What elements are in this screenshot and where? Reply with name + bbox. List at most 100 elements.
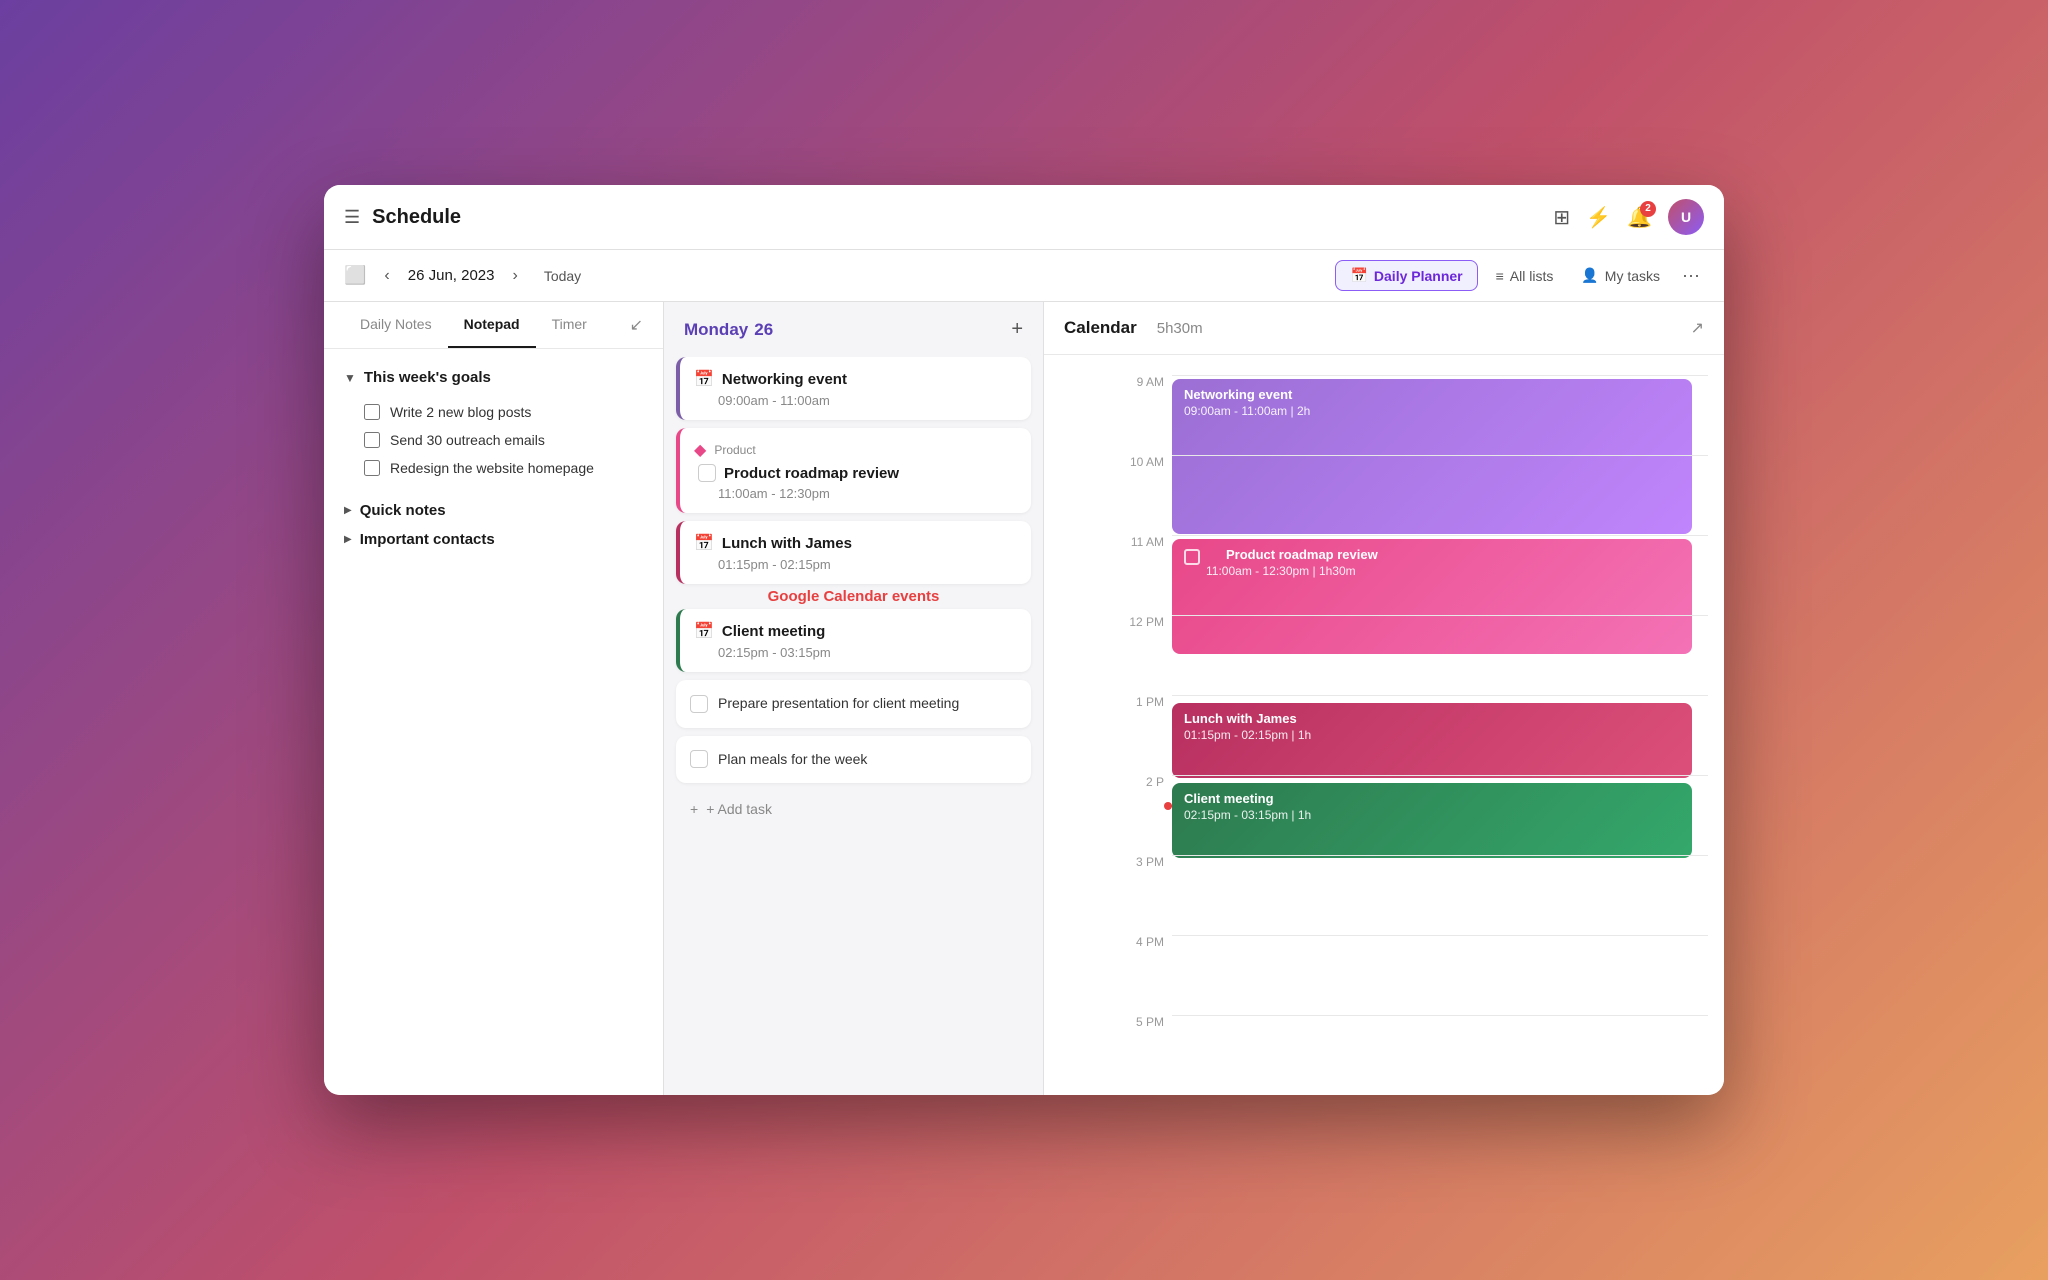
event-time-2: 11:00am - 12:30pm	[694, 486, 1017, 501]
time-row-10am: 10 AM	[1108, 455, 1708, 535]
time-label-1pm: 1 PM	[1108, 695, 1164, 709]
middle-panel: Monday 26 + 📅 Networking event 09:00am -…	[664, 302, 1044, 1095]
goal-label-3: Redesign the website homepage	[390, 460, 594, 476]
google-calendar-label: Google Calendar events	[676, 584, 1031, 609]
title-bar-right: ⊞ ⚡ 🔔 2 U	[1553, 199, 1704, 235]
list-icon: ≡	[1496, 268, 1504, 284]
hamburger-icon[interactable]: ☰	[344, 207, 360, 228]
app-window: ☰ Schedule ⊞ ⚡ 🔔 2 U ⬜ ‹ 26 Jun, 2023 › …	[324, 185, 1724, 1095]
time-grid: 9 AM Networking event 09:00am - 11:00am …	[1044, 355, 1724, 1095]
events-list: 📅 Networking event 09:00am - 11:00am ◆ P…	[664, 357, 1043, 1095]
task-card-meals[interactable]: Plan meals for the week	[676, 736, 1031, 784]
event-card-product[interactable]: ◆ Product Product roadmap review 11:00am…	[676, 428, 1031, 513]
cal-event-title-client: Client meeting	[1184, 791, 1680, 806]
weekly-goals-section[interactable]: ▼ This week's goals	[344, 369, 643, 386]
title-bar: ☰ Schedule ⊞ ⚡ 🔔 2 U	[324, 185, 1724, 250]
event-card-lunch[interactable]: 📅 Lunch with James 01:15pm - 02:15pm	[676, 521, 1031, 584]
event-top: 📅 Client meeting	[694, 621, 1017, 641]
day-header: Monday 26 +	[664, 302, 1043, 357]
list-item: Write 2 new blog posts	[344, 398, 643, 426]
goal-checkbox-1[interactable]	[364, 404, 380, 420]
more-options-button[interactable]: ···	[1678, 261, 1704, 290]
sidebar-toggle-icon[interactable]: ⬜	[344, 265, 366, 286]
collapsed-arrow-icon: ▶	[344, 505, 352, 516]
event-top: 📅 Lunch with James	[694, 533, 1017, 553]
goal-label-1: Write 2 new blog posts	[390, 404, 531, 420]
list-item: Redesign the website homepage	[344, 454, 643, 482]
bolt-icon[interactable]: ⚡	[1586, 205, 1611, 230]
all-lists-button[interactable]: ≡ All lists	[1486, 262, 1564, 290]
calendar-header: Calendar 5h30m ↗	[1044, 302, 1724, 355]
avatar[interactable]: U	[1668, 199, 1704, 235]
calendar-expand-icon[interactable]: ↗	[1691, 318, 1704, 338]
page-title: Schedule	[372, 206, 461, 229]
grid-icon[interactable]: ⊞	[1553, 205, 1570, 230]
task-title-2: Plan meals for the week	[718, 750, 867, 770]
goal-checkbox-3[interactable]	[364, 460, 380, 476]
my-tasks-button[interactable]: 👤 My tasks	[1571, 261, 1670, 290]
left-panel: Daily Notes Notepad Timer ↙ ▼ This week'…	[324, 302, 664, 1095]
tab-daily-notes[interactable]: Daily Notes	[344, 302, 448, 348]
event-title: Networking event	[722, 371, 847, 388]
goal-label-2: Send 30 outreach emails	[390, 432, 545, 448]
tab-timer[interactable]: Timer	[536, 302, 603, 348]
day-number: 26	[754, 320, 773, 340]
time-row-5pm: 5 PM	[1108, 1015, 1708, 1095]
today-button[interactable]: Today	[536, 264, 589, 288]
cal-event-time-networking: 09:00am - 11:00am | 2h	[1184, 404, 1680, 418]
cal-event-checkbox[interactable]	[1184, 549, 1200, 565]
time-row-12pm: 12 PM	[1108, 615, 1708, 695]
important-contacts-title: Important contacts	[360, 531, 495, 548]
time-label-3pm: 3 PM	[1108, 855, 1164, 869]
cal-event-title-networking: Networking event	[1184, 387, 1680, 402]
event-card-client[interactable]: 📅 Client meeting 02:15pm - 03:15pm	[676, 609, 1031, 672]
time-label-12pm: 12 PM	[1108, 615, 1164, 629]
event-title-3: Lunch with James	[722, 535, 852, 552]
event-card-networking[interactable]: 📅 Networking event 09:00am - 11:00am	[676, 357, 1031, 420]
time-row-4pm: 4 PM	[1108, 935, 1708, 1015]
toolbar: ⬜ ‹ 26 Jun, 2023 › Today 📅 Daily Planner…	[324, 250, 1724, 302]
time-label-11am: 11 AM	[1108, 535, 1164, 549]
diamond-icon: ◆	[694, 440, 706, 460]
main-content: Daily Notes Notepad Timer ↙ ▼ This week'…	[324, 302, 1724, 1095]
event-time: 09:00am - 11:00am	[694, 393, 1017, 408]
weekly-goals-title: This week's goals	[364, 369, 491, 386]
quick-notes-title: Quick notes	[360, 502, 446, 519]
list-item: Send 30 outreach emails	[344, 426, 643, 454]
add-event-button[interactable]: +	[1011, 318, 1023, 341]
time-row-1pm: 1 PM Lunch with James 01:15pm - 02:15pm …	[1108, 695, 1708, 775]
cal-event-title-lunch: Lunch with James	[1184, 711, 1680, 726]
add-task-label: + Add task	[706, 801, 772, 817]
event-title-2: Product roadmap review	[724, 465, 899, 482]
event-checkbox[interactable]	[698, 464, 716, 482]
prev-date-button[interactable]: ‹	[378, 263, 395, 289]
calendar-title: Calendar	[1064, 318, 1137, 338]
time-row-3pm: 3 PM	[1108, 855, 1708, 935]
event-time-3: 01:15pm - 02:15pm	[694, 557, 1017, 572]
cal-event-lunch[interactable]: Lunch with James 01:15pm - 02:15pm | 1h	[1172, 703, 1692, 782]
title-bar-left: ☰ Schedule	[344, 206, 1537, 229]
time-row-2pm: 2 P Client meeting 02:15pm - 03:15pm | 1…	[1108, 775, 1708, 855]
important-contacts-section[interactable]: ▶ Important contacts	[344, 531, 643, 548]
tab-notepad[interactable]: Notepad	[448, 302, 536, 348]
daily-planner-button[interactable]: 📅 Daily Planner	[1335, 260, 1477, 291]
cal-event-time-client: 02:15pm - 03:15pm | 1h	[1184, 808, 1680, 822]
task-card-presentation[interactable]: Prepare presentation for client meeting	[676, 680, 1031, 728]
calendar-event-icon: 📅	[694, 369, 714, 389]
panel-tabs: Daily Notes Notepad Timer ↙	[324, 302, 663, 349]
quick-notes-section[interactable]: ▶ Quick notes	[344, 502, 643, 519]
calendar-event-icon-3: 📅	[694, 621, 714, 641]
add-task-row[interactable]: + + Add task	[676, 791, 1031, 827]
now-dot	[1164, 802, 1172, 810]
cal-event-title-product: Product roadmap review	[1206, 547, 1378, 562]
next-date-button[interactable]: ›	[507, 263, 524, 289]
task-checkbox-1[interactable]	[690, 695, 708, 713]
notification-badge: 2	[1640, 201, 1656, 217]
goal-checkbox-2[interactable]	[364, 432, 380, 448]
task-checkbox-2[interactable]	[690, 750, 708, 768]
calendar-body: 9 AM Networking event 09:00am - 11:00am …	[1044, 355, 1724, 1095]
notifications-button[interactable]: 🔔 2	[1627, 205, 1652, 230]
panel-collapse-icon[interactable]: ↙	[630, 315, 643, 335]
right-panel: Calendar 5h30m ↗ 9 AM Networking event 0…	[1044, 302, 1724, 1095]
cal-event-client[interactable]: Client meeting 02:15pm - 03:15pm | 1h	[1172, 783, 1692, 862]
